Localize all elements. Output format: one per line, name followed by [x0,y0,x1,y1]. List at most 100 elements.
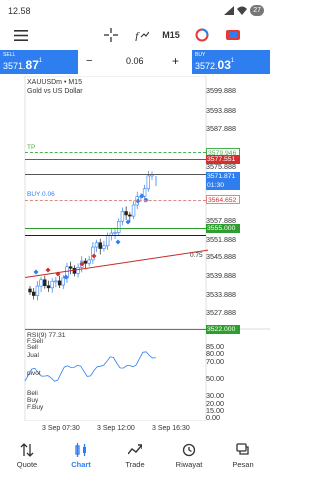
battery-icon: 27 [250,5,264,16]
svg-text:f: f [135,29,140,41]
candle-body [68,266,73,269]
rsi-level: 70.00 [206,357,224,366]
buy-button[interactable]: BUY 3572.031 [192,50,270,74]
green-level-line-low[interactable] [25,329,206,330]
candle-body [35,285,40,296]
time-label: 3 Sep 07:30 [42,425,80,432]
price-level: 3533.888 [206,290,236,299]
crosshair-icon [104,28,118,42]
green-level-line[interactable] [25,228,206,229]
time-axis: 3 Sep 07:30 3 Sep 12:00 3 Sep 16:30 [0,421,270,435]
buy-price-sup: 1 [230,58,235,64]
rsi-label-fbuy: F.Buy [27,404,44,411]
candle-body [43,279,47,286]
bid-line [25,174,206,175]
entry-price-tag: 3564.652 [206,195,240,204]
new-order-button[interactable] [222,26,244,44]
nav-chart[interactable]: Chart [54,437,108,480]
tp-line-label: TP [27,144,36,151]
chart-toolbar: f M15 [0,22,270,48]
buy-entry-line[interactable] [25,200,206,201]
candle-body [124,211,128,216]
candle-body [146,175,151,190]
nav-trade[interactable]: Trade [108,437,162,480]
toolbar-menu-button[interactable] [10,26,32,44]
candle-body [39,279,43,287]
objects-button[interactable] [191,26,213,44]
nav-chart-label: Chart [71,460,91,469]
trade-icon [226,30,240,40]
nav-history[interactable]: Riwayat [162,437,216,480]
candle-body [46,285,51,289]
nav-quote-label: Quote [16,460,38,469]
candle-body [120,211,125,222]
candle-body [57,280,62,286]
buy-price-prefix: 3572. [195,61,218,71]
time-label: 3 Sep 16:30 [152,425,190,432]
candle-body [98,242,102,249]
wifi-icon [237,6,248,15]
candle-body [117,220,121,233]
indicators-button[interactable]: f [131,26,153,44]
nav-messages[interactable]: Pesan [216,437,270,480]
menu-icon [14,29,28,41]
objects-icon [195,28,209,42]
candle-body [131,204,136,217]
red-level-line[interactable] [25,159,206,160]
lot-decrease-button[interactable]: − [86,55,92,67]
price-level: 3551.888 [206,235,236,244]
buy-entry-label: BUY 0.06 [27,191,55,198]
trendline-value: 0.75 [190,252,203,259]
chart-description: Gold vs US Dollar [27,88,83,95]
status-bar: 12.58 27 [0,0,270,22]
nav-history-label: Riwayat [175,460,203,469]
price-level: 3545.888 [206,252,236,261]
chart-icon [75,443,86,457]
rsi-label-buy: Buy [27,397,39,404]
timeframe-selector[interactable]: M15 [160,26,182,44]
price-axis[interactable]: 3599.888 3593.888 3587.888 3579.946 3577… [206,76,270,422]
candle-body [113,232,117,234]
price-level: 3599.888 [206,86,236,95]
price-level: 3587.888 [206,124,236,133]
candle-body [31,291,36,296]
price-level: 3575.888 [206,162,236,171]
buy-price: 3572.031 [195,58,234,72]
candle-body [87,259,91,264]
candle-body [83,260,88,264]
rsi-label-jual: Jual [27,352,39,359]
bid-countdown-tag: 01:30 [206,181,240,190]
green-low-price-tag: 3522.000 [206,325,240,334]
chart-symbol: XAUUSDm • M15 [27,79,82,86]
time-label: 3 Sep 12:00 [97,425,135,432]
candle-body [61,277,65,286]
candle-body [94,242,99,248]
buy-price-big: 03 [217,58,231,72]
nav-quote[interactable]: Quote [0,437,54,480]
quote-icon [20,443,34,457]
lot-size-control: − 0.06 + [82,52,186,72]
status-time: 12.58 [8,6,31,16]
candle-body [142,188,147,197]
green-price-tag: 3555.000 [206,224,240,233]
rsi-label-beli: Beli [27,390,38,397]
price-chart[interactable]: XAUUSDm • M15 Gold vs US Dollar TP BUY 0… [0,76,270,422]
black-level-line[interactable] [25,235,206,236]
trade-icon [128,444,142,455]
price-level: 3527.888 [206,308,236,317]
sell-button[interactable]: SELL 3571.871 [0,50,78,74]
tp-line[interactable] [25,152,206,153]
sell-price: 3571.871 [3,58,42,72]
history-icon [182,443,196,457]
lot-size-input[interactable]: 0.06 [126,56,144,66]
lot-increase-button[interactable]: + [172,54,179,68]
candle-body [128,214,132,217]
sell-price-big: 87 [25,58,39,72]
crosshair-button[interactable] [100,26,122,44]
sell-price-sup: 1 [38,58,43,64]
candle-body [54,280,58,283]
signal-icon [224,6,235,15]
nav-trade-label: Trade [125,460,145,469]
rsi-label-sell: Sell [27,344,38,351]
candle-body [50,280,54,289]
